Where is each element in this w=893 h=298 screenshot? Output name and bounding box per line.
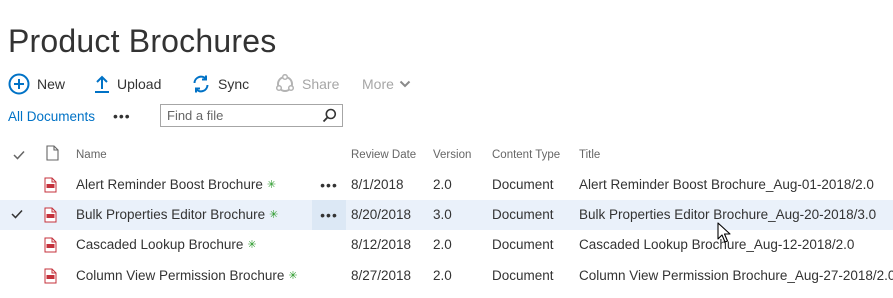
review-date-cell: 8/27/2018 [351, 268, 412, 283]
content-type-cell: Document [492, 268, 554, 283]
sync-icon [193, 75, 209, 93]
search-input[interactable] [167, 108, 317, 123]
version-cell: 2.0 [433, 237, 452, 252]
table-row-selected[interactable]: Bulk Properties Editor Brochure ✳ ••• 8/2… [0, 200, 893, 230]
mouse-cursor-icon [717, 222, 731, 243]
select-all-check-icon[interactable] [13, 150, 25, 160]
table-row[interactable]: Column View Permission Brochure✳ ••• 8/2… [0, 261, 893, 291]
sync-button[interactable]: Sync [191, 72, 249, 96]
pdf-file-icon [44, 177, 57, 193]
version-cell: 2.0 [433, 268, 452, 283]
review-date-cell: 8/1/2018 [351, 177, 404, 192]
sync-button-label: Sync [218, 76, 250, 92]
content-type-cell: Document [492, 207, 554, 222]
upload-button-label: Upload [117, 76, 162, 92]
share-button-label: Share [302, 76, 340, 92]
content-type-cell: Document [492, 177, 554, 192]
more-button-label: More [362, 76, 394, 92]
review-date-cell: 8/20/2018 [351, 207, 412, 222]
row-menu-button[interactable]: ••• [312, 200, 346, 230]
column-header-title[interactable]: Title [579, 149, 600, 161]
pdf-file-icon [44, 268, 57, 284]
file-name-link[interactable]: Column View Permission Brochure ✳ [76, 261, 298, 291]
new-button-label: New [37, 76, 66, 92]
more-button[interactable]: More [362, 72, 411, 96]
search-box[interactable] [160, 104, 343, 127]
column-header-content-type[interactable]: Content Type [492, 149, 560, 161]
table-row[interactable]: Alert Reminder Boost Brochure ✳ ••• 8/1/2… [0, 170, 893, 200]
new-button[interactable]: New [8, 72, 65, 96]
content-type-cell: Document [492, 237, 554, 252]
column-header-name[interactable]: Name [76, 149, 107, 161]
document-icon [46, 145, 59, 161]
file-name-link[interactable]: Bulk Properties Editor Brochure ✳ [76, 200, 278, 230]
column-header-version[interactable]: Version [433, 149, 471, 161]
view-selector[interactable]: All Documents [8, 109, 95, 124]
title-cell: Alert Reminder Boost Brochure_Aug-01-201… [579, 177, 874, 192]
review-date-cell: 8/12/2018 [351, 237, 412, 252]
plus-circle-icon [8, 73, 30, 95]
pdf-file-icon [44, 207, 57, 223]
view-options-button[interactable]: ••• [113, 108, 131, 124]
check-icon[interactable] [11, 208, 23, 220]
file-name-link[interactable]: Cascaded Lookup Brochure ✳ [76, 230, 257, 260]
chevron-down-icon [399, 80, 411, 88]
upload-arrow-icon [95, 75, 109, 93]
share-icon [275, 74, 295, 92]
file-name-link[interactable]: Alert Reminder Boost Brochure ✳ [76, 170, 276, 200]
new-item-marker: ✳ [266, 179, 277, 191]
version-cell: 3.0 [433, 207, 452, 222]
page-title: Product Brochures [8, 23, 277, 60]
pdf-file-icon [44, 237, 57, 253]
title-cell: Column View Permission Brochure_Aug-27-2… [579, 268, 893, 283]
new-item-marker: ✳ [247, 239, 257, 251]
new-item-marker: ✳ [269, 209, 279, 221]
new-item-marker: ✳ [288, 270, 298, 282]
upload-button[interactable]: Upload [94, 72, 161, 96]
column-header-review-date[interactable]: Review Date [351, 149, 416, 161]
version-cell: 2.0 [433, 177, 452, 192]
share-button[interactable]: Share [275, 72, 339, 96]
search-icon[interactable] [322, 108, 337, 123]
row-menu-button[interactable]: ••• [312, 170, 346, 200]
table-row[interactable]: Cascaded Lookup Brochure✳ ••• 8/12/2018 … [0, 230, 893, 260]
